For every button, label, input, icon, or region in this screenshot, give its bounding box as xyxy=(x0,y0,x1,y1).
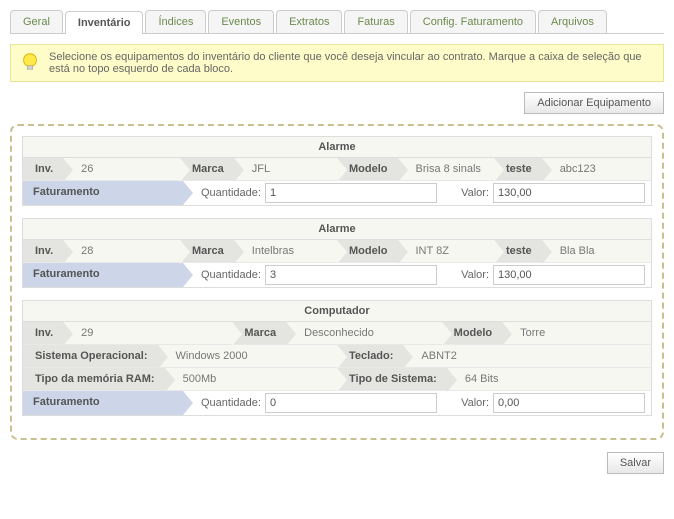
tab-geral[interactable]: Geral xyxy=(10,10,63,33)
billing-row: Faturamento Quantidade: Valor: xyxy=(23,263,651,287)
block-title: Alarme xyxy=(23,137,651,158)
detail-row: Tipo da memória RAM:500MbTipo de Sistema… xyxy=(23,368,651,391)
field-label: Inv. xyxy=(23,322,63,344)
add-equipment-button[interactable]: Adicionar Equipamento xyxy=(524,92,664,114)
value-input[interactable] xyxy=(493,265,645,285)
save-button[interactable]: Salvar xyxy=(607,452,664,474)
field-label: Inv. xyxy=(23,240,63,262)
quantity-input[interactable] xyxy=(265,265,437,285)
value-input[interactable] xyxy=(493,393,645,413)
tab-config-faturamento[interactable]: Config. Faturamento xyxy=(410,10,536,33)
tab-faturas[interactable]: Faturas xyxy=(344,10,407,33)
detail-row: Inv.26MarcaJFLModeloBrisa 8 sinalstestea… xyxy=(23,158,651,181)
field-label: Inv. xyxy=(23,158,63,180)
quantity-input[interactable] xyxy=(265,393,437,413)
value-input[interactable] xyxy=(493,183,645,203)
value-label: Valor: xyxy=(461,187,489,199)
field-value: 500Mb xyxy=(165,368,337,390)
detail-row: Inv.29MarcaDesconhecidoModeloTorre xyxy=(23,322,651,345)
tab-invent-rio[interactable]: Inventário xyxy=(65,11,144,34)
field-value: Bla Bla xyxy=(542,240,651,262)
field-value: Windows 2000 xyxy=(158,345,338,367)
field-value: Desconhecido xyxy=(286,322,442,344)
hint-box: Selecione os equipamentos do inventário … xyxy=(10,44,664,82)
field-value: Brisa 8 sinals xyxy=(398,158,495,180)
field-value: JFL xyxy=(234,158,337,180)
field-value: Intelbras xyxy=(234,240,337,262)
tab-eventos[interactable]: Eventos xyxy=(208,10,274,33)
detail-row: Inv.28MarcaIntelbrasModeloINT 8ZtesteBla… xyxy=(23,240,651,263)
field-value: INT 8Z xyxy=(398,240,495,262)
value-label: Valor: xyxy=(461,397,489,409)
field-value: Torre xyxy=(502,322,651,344)
field-value: 29 xyxy=(63,322,232,344)
tab-arquivos[interactable]: Arquivos xyxy=(538,10,607,33)
field-value: 28 xyxy=(63,240,180,262)
field-value: ABNT2 xyxy=(403,345,651,367)
quantity-label: Quantidade: xyxy=(201,187,261,199)
field-value: abc123 xyxy=(542,158,651,180)
equipment-block: ComputadorInv.29MarcaDesconhecidoModeloT… xyxy=(22,300,652,416)
billing-label: Faturamento xyxy=(23,263,183,287)
field-value: 26 xyxy=(63,158,180,180)
equipment-block: AlarmeInv.28MarcaIntelbrasModeloINT 8Zte… xyxy=(22,218,652,288)
quantity-label: Quantidade: xyxy=(201,397,261,409)
field-label: Tipo da memória RAM: xyxy=(23,368,165,390)
tab-extratos[interactable]: Extratos xyxy=(276,10,342,33)
field-label: Sistema Operacional: xyxy=(23,345,158,367)
value-label: Valor: xyxy=(461,269,489,281)
hint-text: Selecione os equipamentos do inventário … xyxy=(49,51,655,75)
block-title: Alarme xyxy=(23,219,651,240)
billing-row: Faturamento Quantidade: Valor: xyxy=(23,181,651,205)
field-label: Tipo de Sistema: xyxy=(337,368,447,390)
tab--ndices[interactable]: Índices xyxy=(145,10,206,33)
tab-bar: GeralInventárioÍndicesEventosExtratosFat… xyxy=(10,10,664,34)
billing-row: Faturamento Quantidade: Valor: xyxy=(23,391,651,415)
quantity-input[interactable] xyxy=(265,183,437,203)
block-title: Computador xyxy=(23,301,651,322)
quantity-label: Quantidade: xyxy=(201,269,261,281)
billing-label: Faturamento xyxy=(23,181,183,205)
field-value: 64 Bits xyxy=(447,368,651,390)
equipment-block: AlarmeInv.26MarcaJFLModeloBrisa 8 sinals… xyxy=(22,136,652,206)
lightbulb-icon xyxy=(19,51,41,73)
detail-row: Sistema Operacional:Windows 2000Teclado:… xyxy=(23,345,651,368)
billing-label: Faturamento xyxy=(23,391,183,415)
equipment-panel: AlarmeInv.26MarcaJFLModeloBrisa 8 sinals… xyxy=(10,124,664,440)
